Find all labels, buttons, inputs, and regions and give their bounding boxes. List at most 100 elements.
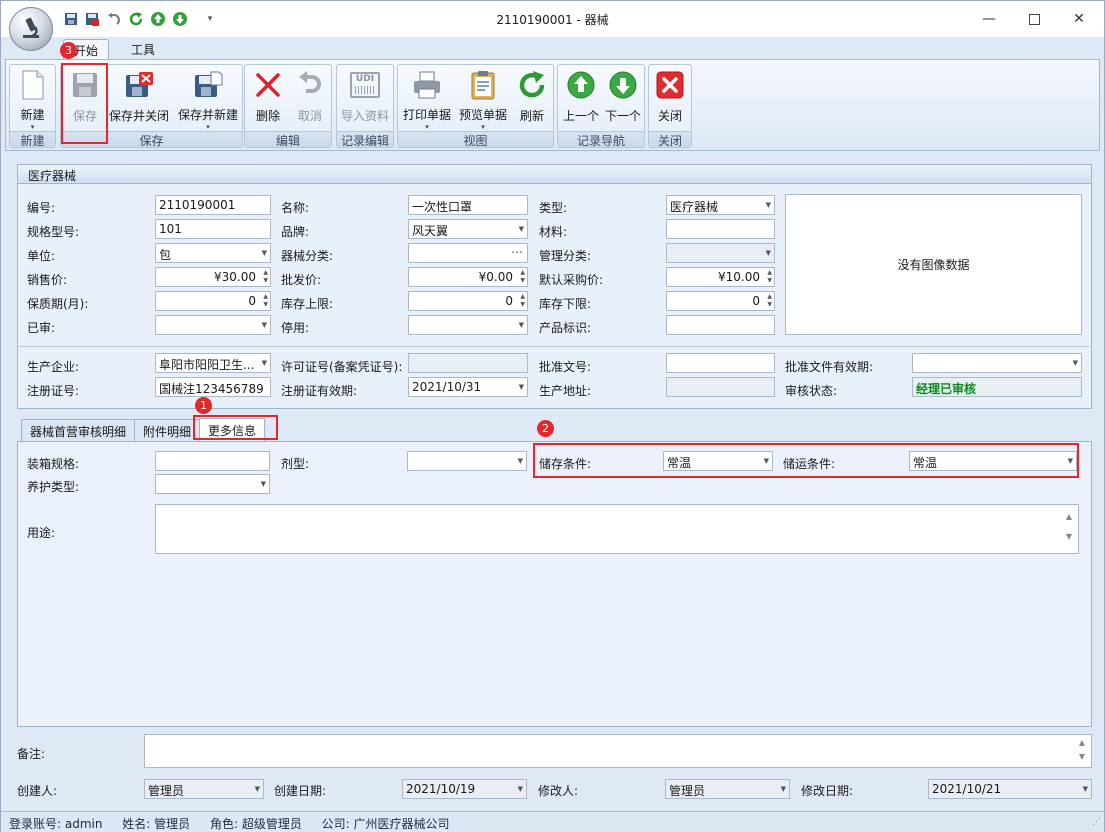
tab-tools[interactable]: 工具 (121, 39, 165, 60)
delete-x-icon (252, 69, 284, 101)
close-window-button[interactable]: ✕ (1057, 5, 1101, 33)
purchase-spinner[interactable]: ¥10.00 ▲ ▼ (666, 267, 775, 287)
print-button[interactable]: 打印单据 ▾ (400, 67, 454, 131)
material-field[interactable] (666, 219, 775, 239)
group-record-edit: UDI 导入资料 记录编辑 (336, 64, 394, 148)
modified-date-field[interactable]: 2021/10/21 ▼ (928, 779, 1092, 799)
preview-button[interactable]: 预览单据 ▾ (456, 67, 510, 131)
shelf-life-spinner[interactable]: 0 ▲ ▼ (155, 291, 271, 311)
brand-select[interactable]: 风天翼 ▼ (408, 219, 528, 239)
reg-valid-date[interactable]: 2021/10/31 ▼ (408, 377, 528, 397)
group-label-record-edit: 记录编辑 (337, 131, 393, 148)
stock-max-label: 库存上限: (281, 297, 334, 311)
type-label: 类型: (539, 201, 568, 215)
type-value: 医疗器械 (670, 200, 719, 214)
chevron-down-icon: ▾ (30, 123, 35, 131)
audited-select[interactable]: ▼ (155, 315, 271, 335)
category-picker[interactable]: … (408, 243, 528, 263)
app-menu-button[interactable] (9, 7, 53, 51)
spec-field[interactable]: 101 (155, 219, 271, 239)
audited-label: 已审: (27, 321, 56, 335)
minimize-button[interactable]: — (967, 5, 1011, 33)
scrollbar[interactable]: ▲ ▼ (1063, 507, 1075, 551)
stock-min-value: 0 (752, 294, 760, 308)
title-bar: ▾ 2110190001 - 器械 — ✕ (1, 1, 1104, 51)
tab-attachment-detail[interactable]: 附件明细 (134, 419, 201, 442)
unit-select[interactable]: 包 ▼ (155, 243, 271, 263)
refresh-button[interactable]: 刷新 (512, 67, 552, 131)
mgmt-select[interactable]: ▼ (666, 243, 775, 263)
approval-field[interactable] (666, 353, 775, 373)
created-date-value: 2021/10/19 (406, 782, 476, 796)
chevron-down-icon: ▼ (518, 225, 524, 233)
stock-min-spinner[interactable]: 0 ▲ ▼ (666, 291, 775, 311)
license-label: 许可证号(备案凭证号): (281, 360, 403, 374)
previous-button[interactable]: 上一个 (560, 67, 602, 131)
tab-audit-detail[interactable]: 器械首营审核明细 (21, 419, 136, 442)
annotation-badge-3: 3 (60, 42, 77, 59)
audit-status-label: 审核状态: (785, 384, 838, 398)
status-name: 姓名: 管理员 (122, 817, 191, 831)
delete-button[interactable]: 删除 (247, 67, 289, 131)
reg-no-value: 国械注123456789 (159, 382, 264, 396)
resize-grip-icon[interactable]: ⋰ (1092, 817, 1101, 827)
maximize-button[interactable] (1012, 5, 1056, 33)
stock-min-label: 库存下限: (539, 297, 592, 311)
remark-textarea[interactable]: ▲ ▼ (144, 734, 1092, 768)
arrow-up-circle-icon (565, 69, 597, 101)
creator-select[interactable]: 管理员 ▼ (144, 779, 264, 799)
save-and-close-button[interactable]: 保存并关闭 (107, 67, 171, 131)
audit-status-field: 经理已审核 (912, 377, 1082, 397)
group-new: 新建 ▾ 新建 (9, 64, 56, 148)
disabled-label: 停用: (281, 321, 310, 335)
reg-no-label: 注册证号: (27, 384, 80, 398)
chevron-down-icon: ▾ (206, 123, 210, 131)
preview-clipboard-icon (467, 69, 499, 100)
close-button[interactable]: 关闭 (649, 67, 691, 131)
brand-label: 品牌: (281, 225, 310, 239)
modifier-label: 修改人: (538, 784, 579, 798)
created-date-field[interactable]: 2021/10/19 ▼ (402, 779, 527, 799)
modifier-select[interactable]: 管理员 ▼ (665, 779, 790, 799)
maker-select[interactable]: 阜阳市阳阳卫生... ▼ (155, 353, 271, 373)
save-and-new-button[interactable]: 保存并新建 ▾ (175, 67, 241, 131)
import-data-button[interactable]: UDI 导入资料 (337, 67, 393, 131)
window-title: 2110190001 - 器械 (496, 13, 609, 27)
chevron-down-icon: ▼ (1072, 359, 1078, 367)
modifier-value: 管理员 (669, 784, 706, 798)
status-account: 登录账号: admin (9, 817, 103, 831)
type-select[interactable]: 医疗器械 ▼ (666, 195, 775, 215)
group-record-nav: 上一个 下一个 记录导航 (557, 64, 645, 148)
address-field[interactable] (666, 377, 775, 397)
image-box[interactable]: 没有图像数据 (785, 194, 1082, 335)
reg-valid-value: 2021/10/31 (412, 380, 482, 394)
scrollbar[interactable]: ▲ ▼ (1076, 736, 1088, 766)
usage-textarea[interactable]: ▲ ▼ (155, 504, 1079, 554)
code-field[interactable]: 2110190001 (155, 195, 271, 215)
status-role: 角色: 超级管理员 (209, 817, 302, 831)
cancel-button[interactable]: 取消 (289, 67, 331, 131)
license-field[interactable] (408, 353, 528, 373)
name-field[interactable]: 一次性口罩 (408, 195, 528, 215)
group-view: 打印单据 ▾ 预览单据 ▾ 刷新 视图 (397, 64, 554, 148)
next-button[interactable]: 下一个 (602, 67, 644, 131)
disabled-select[interactable]: ▼ (408, 315, 528, 335)
stock-max-spinner[interactable]: 0 ▲ ▼ (408, 291, 528, 311)
annotation-badge-2: 2 (537, 420, 554, 437)
spinner-icon: ▲ ▼ (263, 269, 268, 284)
care-type-select[interactable]: ▼ (155, 474, 270, 494)
pack-spec-field[interactable] (155, 451, 270, 471)
product-mark-field[interactable] (666, 315, 775, 335)
save-close-disk-icon (123, 69, 155, 101)
group-edit: 删除 取消 编辑 (244, 64, 332, 148)
chevron-down-icon: ▼ (518, 383, 524, 391)
reg-no-field[interactable]: 国械注123456789 (155, 377, 271, 397)
delete-label: 删除 (255, 109, 280, 123)
wholesale-spinner[interactable]: ¥0.00 ▲ ▼ (408, 267, 528, 287)
new-button[interactable]: 新建 ▾ (10, 67, 55, 131)
dosage-select[interactable]: ▼ (407, 451, 527, 471)
material-label: 材料: (539, 225, 568, 239)
save-new-disk-icon (192, 69, 224, 100)
approval-valid-select[interactable]: ▼ (912, 353, 1082, 373)
price-spinner[interactable]: ¥30.00 ▲ ▼ (155, 267, 271, 287)
